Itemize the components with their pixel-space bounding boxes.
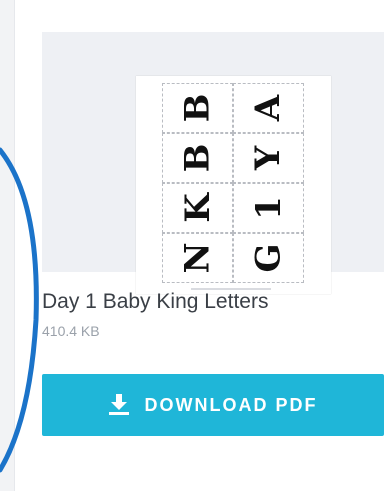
letter-cell: 1 bbox=[233, 183, 304, 233]
download-card: B A B Y K 1 N G Day 1 Baby King Letters … bbox=[14, 0, 388, 491]
letter-cell: N bbox=[162, 233, 233, 283]
letter-cell: B bbox=[162, 133, 233, 183]
preview-thumbnail[interactable]: B A B Y K 1 N G bbox=[42, 32, 384, 294]
letter-grid: B A B Y K 1 N G bbox=[162, 83, 304, 283]
letter-cell: Y bbox=[233, 133, 304, 183]
left-panel bbox=[0, 0, 14, 491]
download-icon bbox=[108, 394, 129, 415]
letter-sheet-preview: B A B Y K 1 N G bbox=[136, 76, 331, 294]
download-pdf-button[interactable]: DOWNLOAD PDF bbox=[42, 374, 384, 436]
file-size: 410.4 KB bbox=[42, 323, 100, 339]
letter-cell: K bbox=[162, 183, 233, 233]
download-button-label: DOWNLOAD PDF bbox=[144, 394, 318, 415]
letter-cell: G bbox=[233, 233, 304, 283]
letter-cell: B bbox=[162, 83, 233, 133]
letter-cell: A bbox=[233, 83, 304, 133]
file-title[interactable]: Day 1 Baby King Letters bbox=[42, 290, 268, 314]
